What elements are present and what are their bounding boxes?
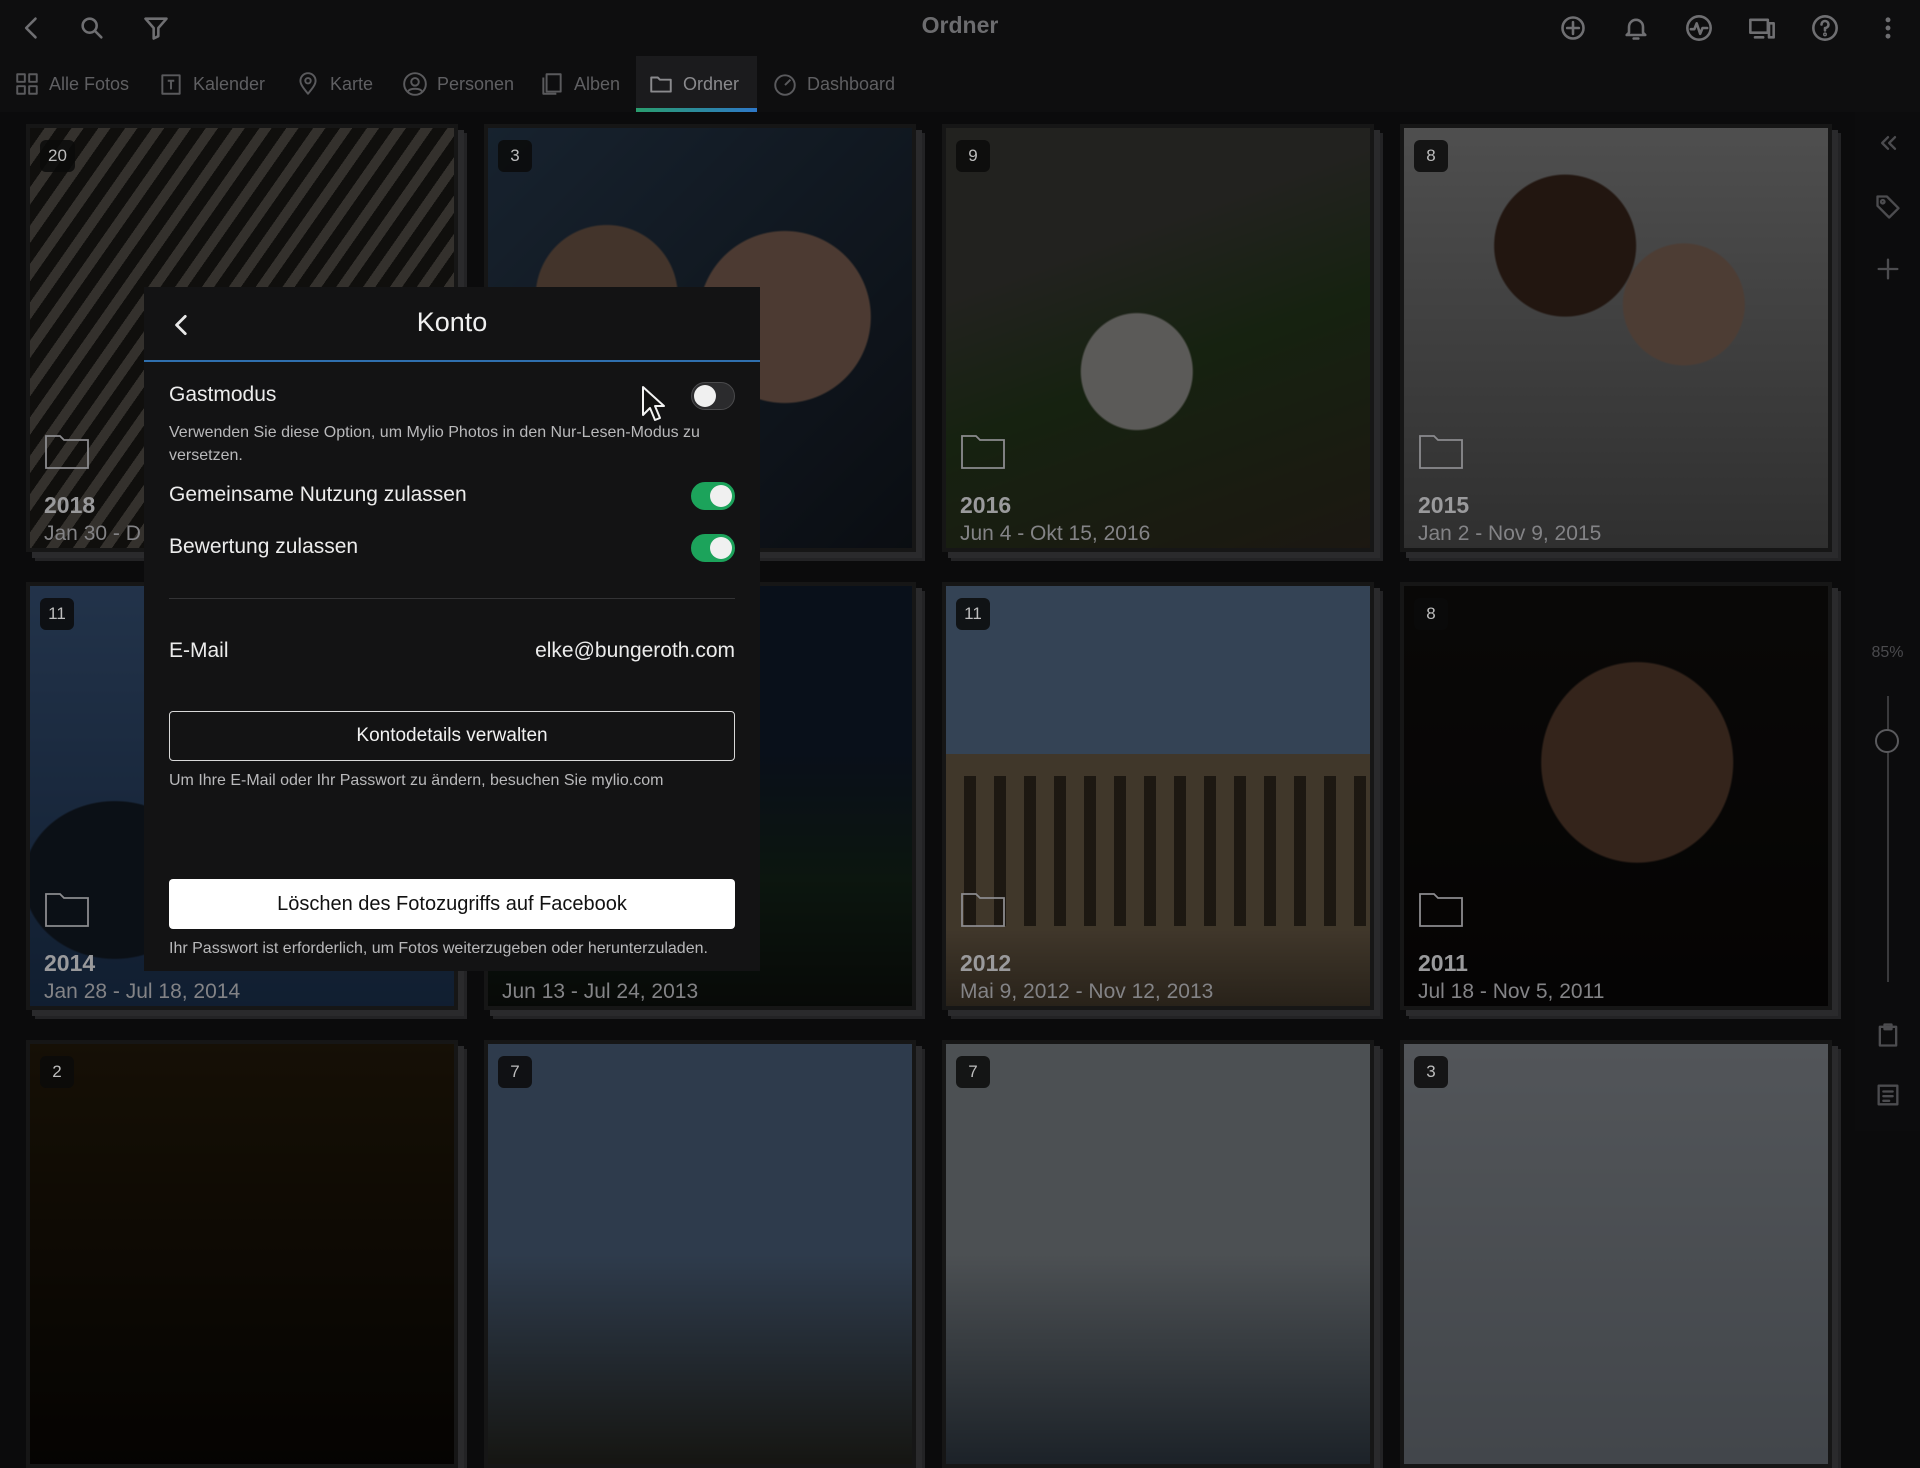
manage-account-button[interactable]: Kontodetails verwalten [169, 711, 735, 761]
rating-label: Bewertung zulassen [169, 535, 359, 558]
folder-date-range: Jun 4 - Okt 15, 2016 [960, 522, 1151, 545]
view-tabs: Alle Fotos Kalender Karte Personen Alben… [0, 56, 1920, 112]
collapse-icon[interactable] [1871, 126, 1905, 160]
dialog-header: Konto [144, 287, 760, 362]
photo-count-badge: 3 [1414, 1056, 1448, 1088]
folder-date-range: Mai 9, 2012 - Nov 12, 2013 [960, 980, 1214, 1003]
folder-card[interactable]: 11 2012 Mai 9, 2012 - Nov 12, 2013 [942, 582, 1374, 1010]
tab-personen[interactable]: Personen [390, 56, 526, 112]
guest-mode-toggle[interactable] [691, 382, 735, 410]
folder-date-range: Jan 2 - Nov 9, 2015 [1418, 522, 1602, 545]
folder-card[interactable]: 8 2011 Jul 18 - Nov 5, 2011 [1400, 582, 1832, 1010]
calendar-icon [161, 74, 181, 95]
manage-account-hint: Um Ihre E-Mail oder Ihr Passwort zu ände… [169, 772, 664, 789]
folder-icon [44, 430, 90, 470]
tab-dashboard[interactable]: Dashboard [760, 56, 907, 112]
guest-mode-label: Gastmodus [169, 383, 277, 406]
email-value: elke@bungeroth.com [535, 639, 735, 662]
add-circle-icon[interactable] [1555, 10, 1591, 46]
folder-card[interactable]: 7 [942, 1040, 1374, 1468]
more-vertical-icon[interactable] [1870, 10, 1906, 46]
tab-label: Alle Fotos [49, 73, 130, 94]
sharing-label: Gemeinsame Nutzung zulassen [169, 483, 467, 506]
folder-year: 2015 [1418, 492, 1470, 518]
folder-icon [1418, 888, 1464, 928]
tab-alle-fotos[interactable]: Alle Fotos [2, 56, 141, 112]
tab-kalender[interactable]: Kalender [146, 56, 277, 112]
zoom-level-label: 85% [1871, 644, 1904, 661]
folder-date-range: Jan 30 - D [44, 522, 141, 545]
map-pin-icon [299, 72, 317, 95]
facebook-hint: Ihr Passwort ist erforderlich, um Fotos … [169, 940, 708, 957]
folder-year: 2012 [960, 950, 1012, 976]
dashboard-icon [774, 74, 796, 96]
tab-karte[interactable]: Karte [283, 56, 385, 112]
photo-count-badge: 11 [956, 598, 990, 630]
folder-date-range: Jun 13 - Jul 24, 2013 [502, 980, 699, 1003]
sharing-toggle[interactable] [691, 482, 735, 510]
photo-count-badge: 11 [40, 598, 74, 630]
photo-count-badge: 20 [40, 140, 75, 172]
tab-alben[interactable]: Alben [527, 56, 632, 112]
folder-year: 2018 [44, 492, 96, 518]
tag-icon[interactable] [1871, 190, 1905, 224]
folder-icon [44, 888, 90, 928]
folder-card[interactable]: 9 2016 Jun 4 - Okt 15, 2016 [942, 124, 1374, 552]
tab-label: Kalender [193, 73, 266, 94]
album-icon [542, 73, 562, 95]
tab-label: Karte [330, 73, 374, 94]
folder-year: 2014 [44, 950, 96, 976]
guest-mode-description: Verwenden Sie diese Option, um Mylio Pho… [169, 424, 700, 464]
folder-card[interactable]: 7 [484, 1040, 916, 1468]
tab-label: Personen [437, 73, 515, 94]
photo-count-badge: 7 [498, 1056, 532, 1088]
folder-icon [650, 76, 672, 93]
folder-icon [960, 888, 1006, 928]
folder-icon [960, 430, 1006, 470]
person-icon [403, 72, 427, 96]
divider [169, 598, 735, 599]
folder-date-range: Jan 28 - Jul 18, 2014 [44, 980, 241, 1003]
plus-icon[interactable] [1871, 252, 1905, 286]
revoke-facebook-button[interactable]: Löschen des Fotozugriffs auf Facebook [169, 879, 735, 929]
folder-card[interactable]: 3 [1400, 1040, 1832, 1468]
dialog-title: Konto [416, 307, 488, 337]
tab-ordner[interactable]: Ordner [636, 56, 757, 112]
devices-icon[interactable] [1744, 10, 1780, 46]
list-icon[interactable] [1871, 1078, 1905, 1112]
photo-count-badge: 9 [956, 140, 990, 172]
rating-toggle[interactable] [691, 534, 735, 562]
account-dialog: Konto Gastmodus Verwenden Sie diese Opti… [144, 287, 760, 971]
photo-count-badge: 7 [956, 1056, 990, 1088]
right-side-rail: 85% [1855, 112, 1920, 1131]
clipboard-icon[interactable] [1871, 1018, 1905, 1052]
zoom-slider-thumb[interactable] [1875, 729, 1899, 753]
top-toolbar: Ordner [0, 0, 1920, 56]
activity-icon[interactable] [1681, 10, 1717, 46]
help-icon[interactable] [1807, 10, 1843, 46]
bell-icon[interactable] [1618, 10, 1654, 46]
tab-label: Alben [574, 73, 621, 94]
folder-card[interactable]: 8 2015 Jan 2 - Nov 9, 2015 [1400, 124, 1832, 552]
photo-count-badge: 2 [40, 1056, 74, 1088]
photo-count-badge: 3 [498, 140, 532, 172]
mouse-cursor-icon [642, 386, 665, 421]
folder-year: 2011 [1418, 950, 1468, 976]
folder-icon [1418, 430, 1464, 470]
photo-count-badge: 8 [1414, 598, 1448, 630]
folder-year: 2016 [960, 492, 1012, 518]
folder-card[interactable]: 2 [26, 1040, 458, 1468]
email-label: E-Mail [169, 639, 229, 662]
tab-label: Dashboard [807, 73, 896, 94]
grid-icon [16, 73, 38, 95]
tab-label: Ordner [683, 73, 740, 94]
folder-date-range: Jul 18 - Nov 5, 2011 [1418, 980, 1605, 1003]
photo-count-badge: 8 [1414, 140, 1448, 172]
